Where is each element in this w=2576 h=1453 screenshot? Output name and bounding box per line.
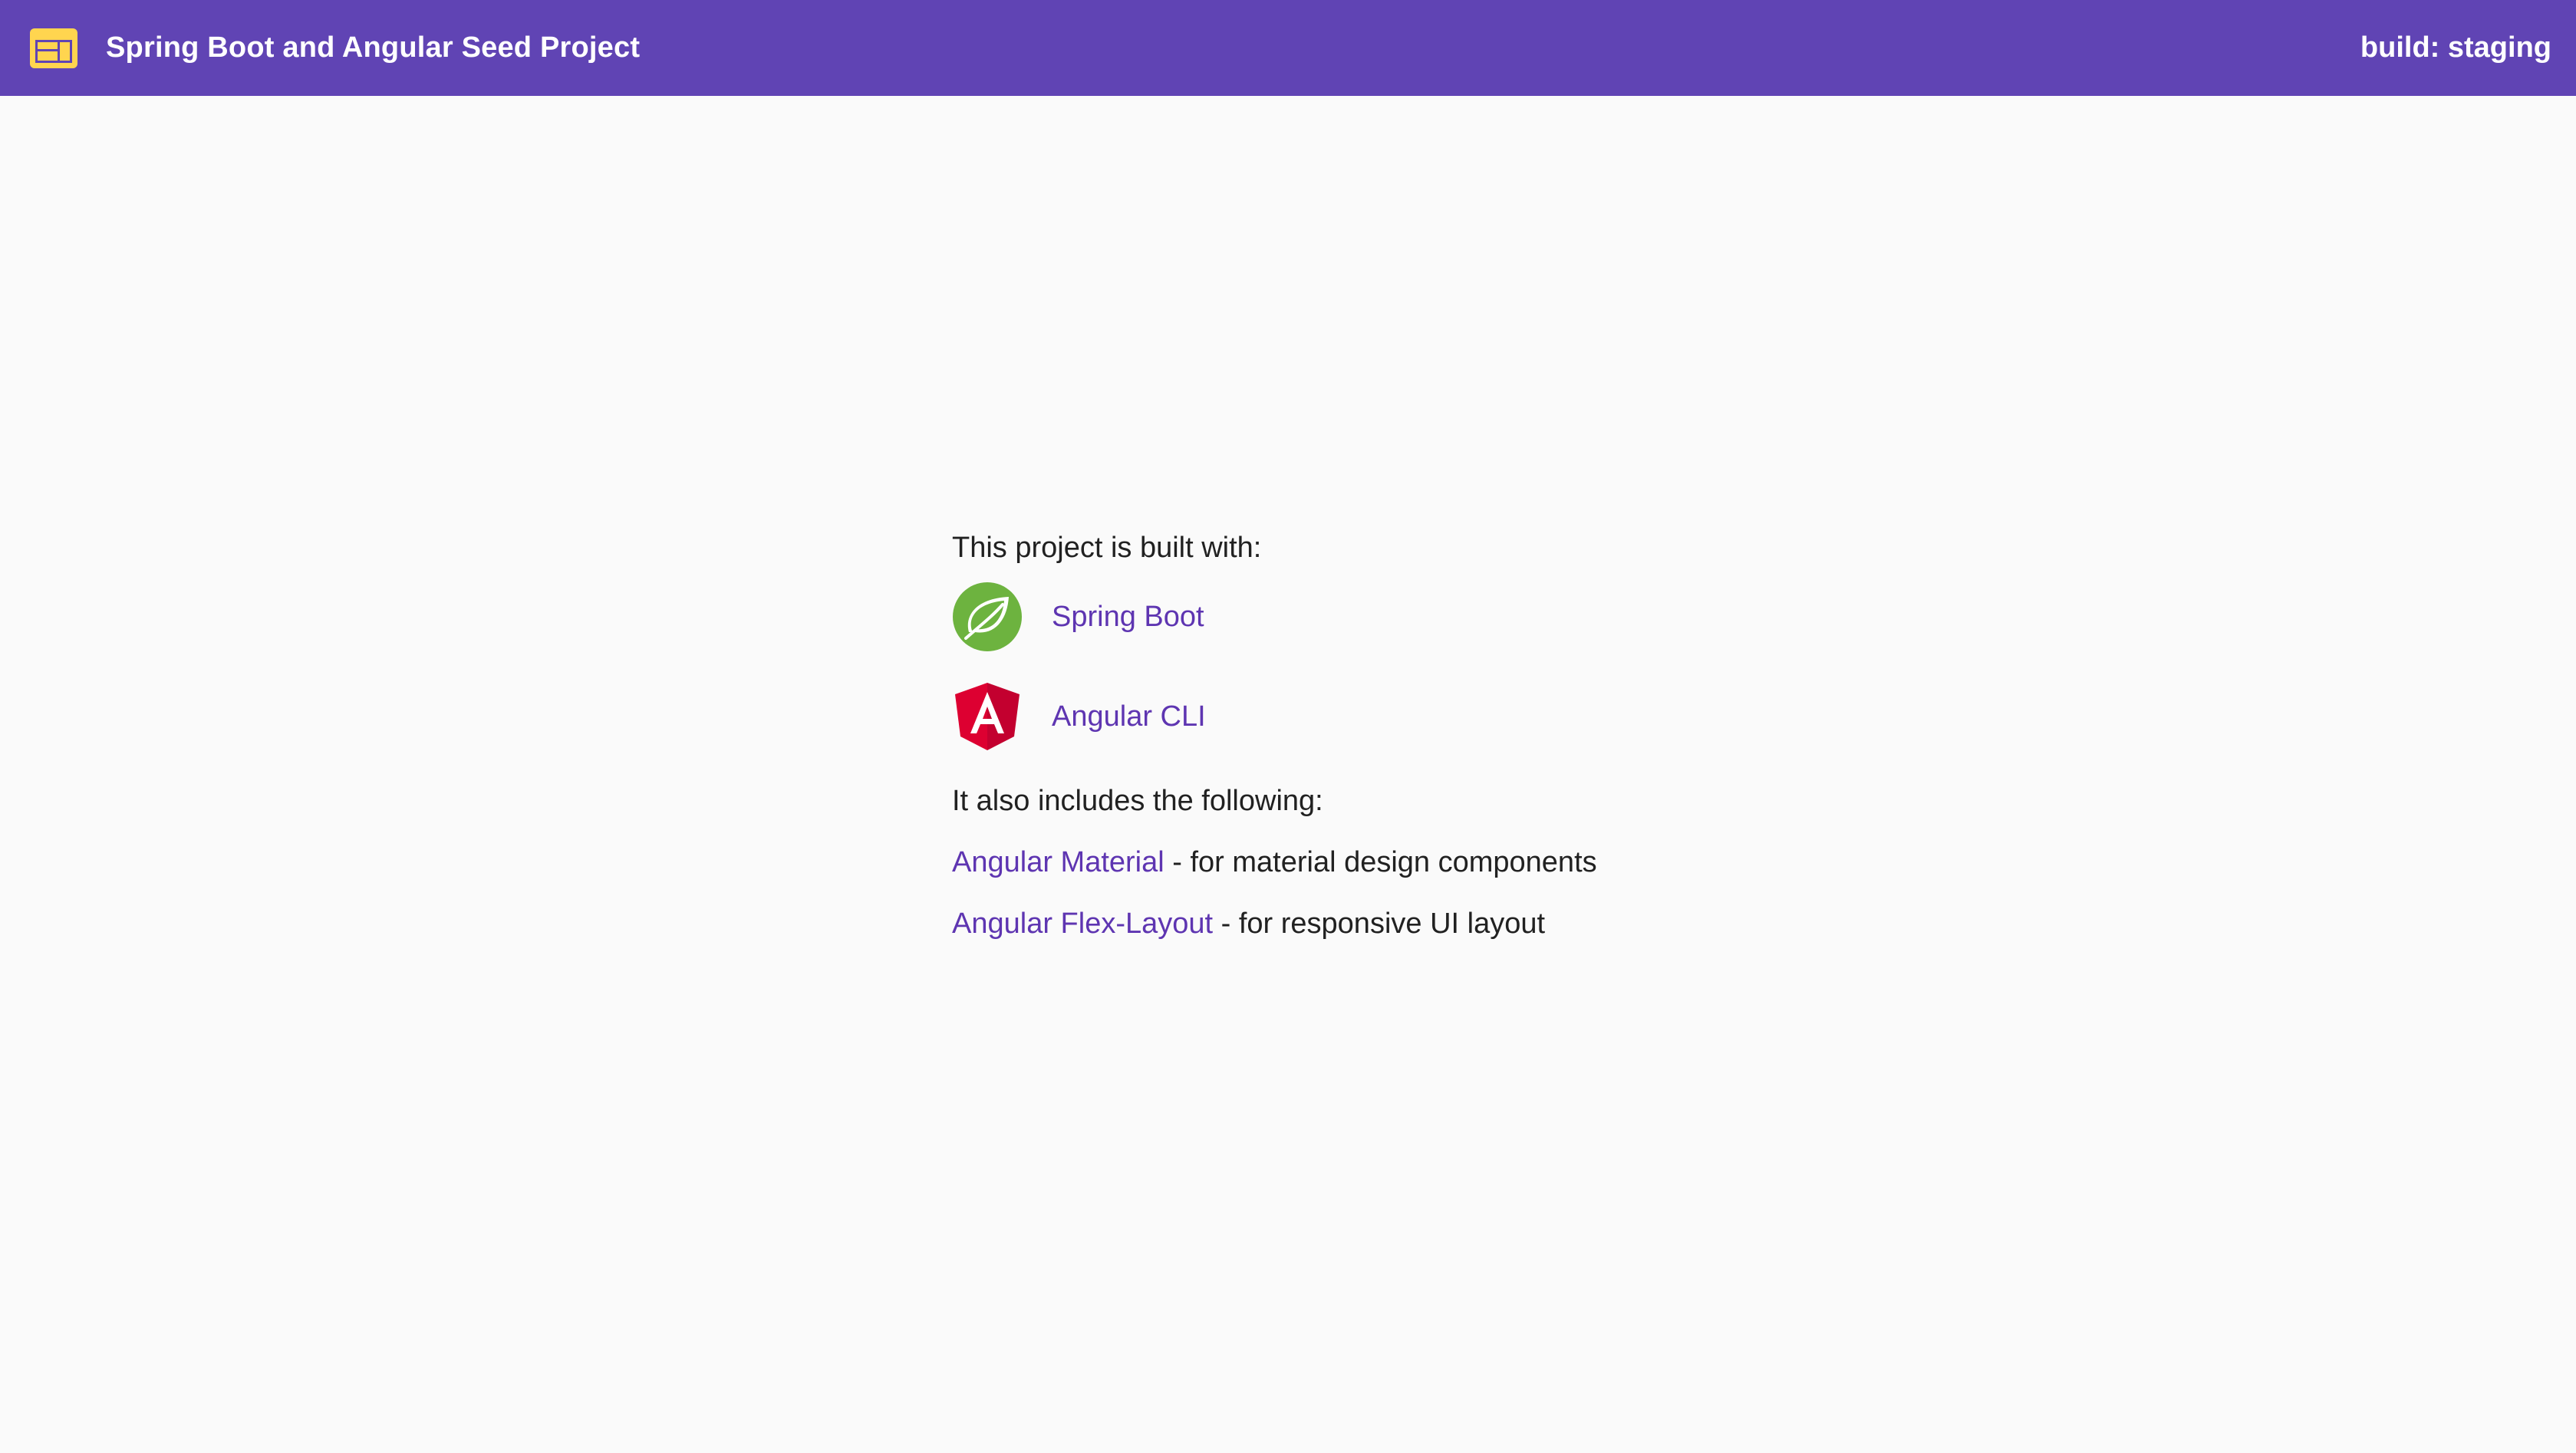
web-layout-icon — [28, 26, 80, 71]
angular-material-description: - for material design components — [1172, 846, 1597, 878]
angular-material-link[interactable]: Angular Material — [952, 846, 1164, 878]
tech-item-angular-cli: Angular CLI — [952, 681, 2026, 752]
includes-heading: It also includes the following: — [952, 785, 1323, 817]
include-item-angular-material: Angular Material - for material design c… — [952, 844, 2026, 881]
built-with-heading: This project is built with: — [952, 532, 1262, 564]
angular-flex-layout-link[interactable]: Angular Flex-Layout — [952, 908, 1213, 940]
angular-flex-layout-description: - for responsive UI layout — [1220, 908, 1546, 940]
spring-boot-logo-icon — [952, 582, 1023, 652]
angular-logo-icon — [952, 681, 1023, 752]
top-toolbar: Spring Boot and Angular Seed Project bui… — [0, 0, 2576, 96]
main-content: This project is built with: Spring Boot … — [952, 529, 2026, 967]
build-label: build: staging — [2360, 31, 2551, 64]
app-title: Spring Boot and Angular Seed Project — [106, 31, 641, 64]
include-item-angular-flex-layout: Angular Flex-Layout - for responsive UI … — [952, 905, 2026, 942]
angular-cli-link[interactable]: Angular CLI — [1052, 700, 1206, 733]
tech-item-spring-boot: Spring Boot — [952, 582, 2026, 652]
spring-boot-link[interactable]: Spring Boot — [1052, 601, 1204, 634]
